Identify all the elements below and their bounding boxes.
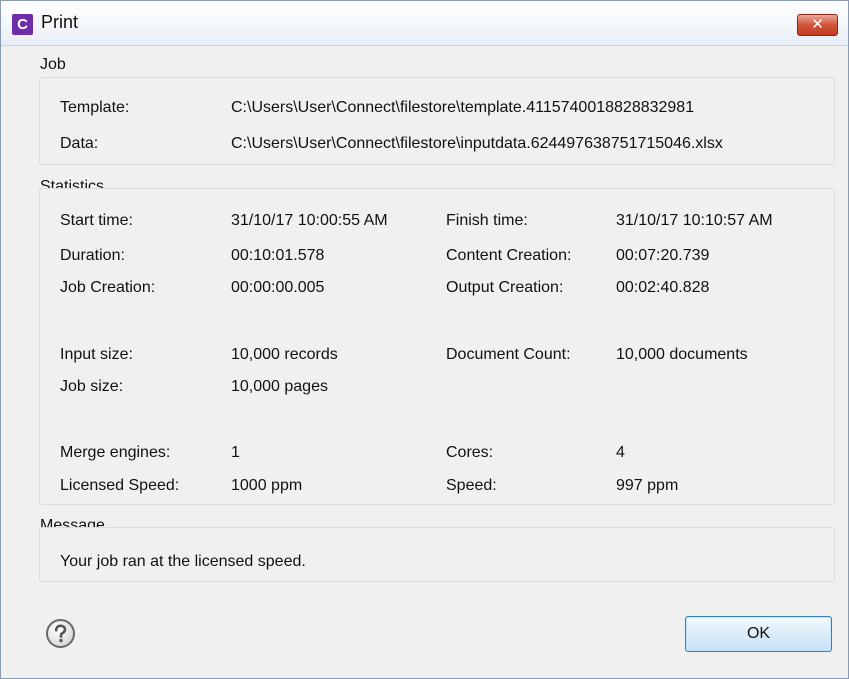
output-creation-value: 00:02:40.828 — [616, 279, 710, 296]
duration-value: 00:10:01.578 — [231, 247, 325, 264]
input-size-value: 10,000 records — [231, 346, 338, 363]
speed-label: Speed: — [446, 477, 497, 494]
start-time-value: 31/10/17 10:00:55 AM — [231, 212, 388, 229]
content-creation-label: Content Creation: — [446, 247, 572, 264]
cores-value: 4 — [616, 444, 625, 461]
data-value: C:\Users\User\Connect\filestore\inputdat… — [231, 135, 723, 152]
job-size-value: 10,000 pages — [231, 378, 328, 395]
template-value: C:\Users\User\Connect\filestore\template… — [231, 99, 695, 116]
statistics-group: Start time: 31/10/17 10:00:55 AM Finish … — [39, 188, 835, 505]
content-creation-value: 00:07:20.739 — [616, 247, 710, 264]
input-size-label: Input size: — [60, 346, 133, 363]
title-bar[interactable]: C Print ✕ — [1, 1, 848, 46]
app-logo-icon: C — [12, 14, 33, 35]
document-count-label: Document Count: — [446, 346, 571, 363]
ok-button[interactable]: OK — [685, 616, 832, 652]
licensed-speed-value: 1000 ppm — [231, 477, 303, 494]
merge-engines-value: 1 — [231, 444, 240, 461]
help-icon[interactable] — [45, 618, 76, 649]
template-label: Template: — [60, 99, 130, 116]
speed-value: 997 ppm — [616, 477, 679, 494]
cores-label: Cores: — [446, 444, 494, 461]
duration-label: Duration: — [60, 247, 125, 264]
finish-time-label: Finish time: — [446, 212, 528, 229]
message-group: Your job ran at the licensed speed. — [39, 527, 835, 582]
job-size-label: Job size: — [60, 378, 124, 395]
job-group: Template: C:\Users\User\Connect\filestor… — [39, 77, 835, 165]
print-dialog: C Print ✕ Job Template: C:\Users\User\Co… — [0, 0, 849, 679]
message-text: Your job ran at the licensed speed. — [60, 553, 306, 570]
job-creation-value: 00:00:00.005 — [231, 279, 325, 296]
data-label: Data: — [60, 135, 99, 152]
merge-engines-label: Merge engines: — [60, 444, 171, 461]
job-group-label: Job — [40, 56, 66, 73]
output-creation-label: Output Creation: — [446, 279, 564, 296]
close-button[interactable]: ✕ — [797, 14, 838, 36]
start-time-label: Start time: — [60, 212, 133, 229]
window-title: Print — [41, 12, 79, 32]
job-creation-label: Job Creation: — [60, 279, 156, 296]
finish-time-value: 31/10/17 10:10:57 AM — [616, 212, 773, 229]
document-count-value: 10,000 documents — [616, 346, 748, 363]
licensed-speed-label: Licensed Speed: — [60, 477, 180, 494]
